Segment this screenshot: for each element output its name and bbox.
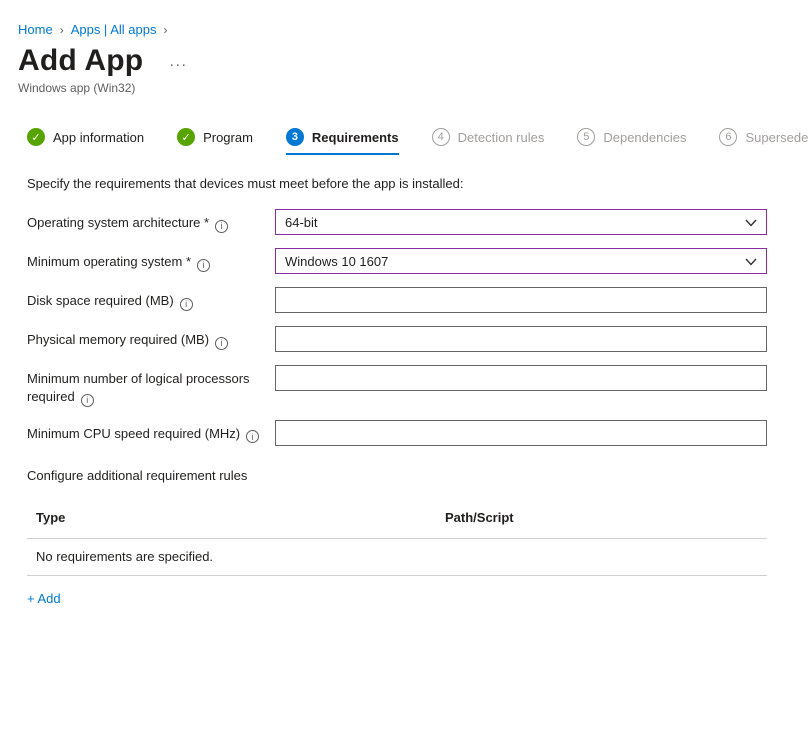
requirements-table: Type Path/Script No requirements are spe… (27, 498, 767, 576)
field-row-os-architecture: Operating system architecture * i 64-bit (27, 209, 767, 235)
field-label-text: Minimum operating system * (27, 254, 191, 269)
info-icon[interactable]: i (246, 430, 259, 443)
empty-message: No requirements are specified. (27, 538, 767, 575)
info-icon[interactable]: i (180, 298, 193, 311)
field-row-cpu-speed: Minimum CPU speed required (MHz) i (27, 420, 767, 446)
step-number-badge: 5 (577, 128, 595, 146)
chevron-down-icon (745, 258, 757, 266)
field-label-text: Disk space required (MB) (27, 293, 174, 308)
check-icon: ✓ (27, 128, 45, 146)
chevron-down-icon (745, 219, 757, 227)
title-row: Add App ··· (0, 37, 808, 78)
step-label: Requirements (312, 130, 399, 145)
physical-memory-input[interactable] (275, 326, 767, 352)
table-header-row: Type Path/Script (27, 498, 767, 539)
table-empty-row: No requirements are specified. (27, 538, 767, 575)
info-icon[interactable]: i (81, 394, 94, 407)
requirements-form: Specify the requirements that devices mu… (27, 176, 767, 608)
step-number-badge: 4 (432, 128, 450, 146)
additional-rules-label: Configure additional requirement rules (27, 468, 767, 483)
page-title: Add App (18, 44, 143, 78)
step-label: Supersedence (745, 130, 808, 145)
step-dependencies[interactable]: 5 Dependencies (577, 128, 686, 155)
os-architecture-select[interactable]: 64-bit (275, 209, 767, 235)
field-label: Disk space required (MB) i (27, 287, 275, 311)
field-label-text: Operating system architecture * (27, 215, 209, 230)
page-subtitle: Windows app (Win32) (0, 78, 808, 95)
step-detection-rules[interactable]: 4 Detection rules (432, 128, 545, 155)
column-header-path-script: Path/Script (436, 498, 767, 539)
chevron-right-icon: › (60, 23, 64, 37)
column-header-type: Type (27, 498, 436, 539)
step-label: Dependencies (603, 130, 686, 145)
minimum-os-select[interactable]: Windows 10 1607 (275, 248, 767, 274)
field-label-text: Physical memory required (MB) (27, 332, 209, 347)
add-requirement-link[interactable]: + Add (27, 591, 61, 606)
info-icon[interactable]: i (197, 259, 210, 272)
field-row-logical-processors: Minimum number of logical processors req… (27, 365, 767, 407)
step-label: Program (203, 130, 253, 145)
check-icon: ✓ (177, 128, 195, 146)
info-icon[interactable]: i (215, 337, 228, 350)
field-label: Operating system architecture * i (27, 209, 275, 233)
form-instruction: Specify the requirements that devices mu… (27, 176, 767, 191)
disk-space-input[interactable] (275, 287, 767, 313)
select-value: Windows 10 1607 (285, 254, 388, 269)
step-program[interactable]: ✓ Program (177, 128, 253, 155)
more-options-button[interactable]: ··· (169, 57, 191, 78)
field-row-physical-memory: Physical memory required (MB) i (27, 326, 767, 352)
step-number-badge: 3 (286, 128, 304, 146)
step-label: Detection rules (458, 130, 545, 145)
field-label: Minimum operating system * i (27, 248, 275, 272)
field-label: Physical memory required (MB) i (27, 326, 275, 350)
wizard-steps: ✓ App information ✓ Program 3 Requiremen… (27, 128, 808, 155)
chevron-right-icon: › (163, 23, 167, 37)
step-app-information[interactable]: ✓ App information (27, 128, 144, 155)
breadcrumb-all-apps-link[interactable]: Apps | All apps (71, 22, 157, 37)
field-label-text: Minimum number of logical processors req… (27, 371, 250, 404)
breadcrumb: Home › Apps | All apps › (0, 0, 808, 37)
logical-processors-input[interactable] (275, 365, 767, 391)
field-label-text: Minimum CPU speed required (MHz) (27, 426, 240, 441)
breadcrumb-home-link[interactable]: Home (18, 22, 53, 37)
field-label: Minimum number of logical processors req… (27, 365, 275, 407)
cpu-speed-input[interactable] (275, 420, 767, 446)
step-requirements[interactable]: 3 Requirements (286, 128, 399, 155)
field-row-disk-space: Disk space required (MB) i (27, 287, 767, 313)
step-number-badge: 6 (719, 128, 737, 146)
field-row-minimum-os: Minimum operating system * i Windows 10 1… (27, 248, 767, 274)
step-label: App information (53, 130, 144, 145)
info-icon[interactable]: i (215, 220, 228, 233)
field-label: Minimum CPU speed required (MHz) i (27, 420, 275, 444)
step-supersedence[interactable]: 6 Supersedence (719, 128, 808, 155)
select-value: 64-bit (285, 215, 318, 230)
